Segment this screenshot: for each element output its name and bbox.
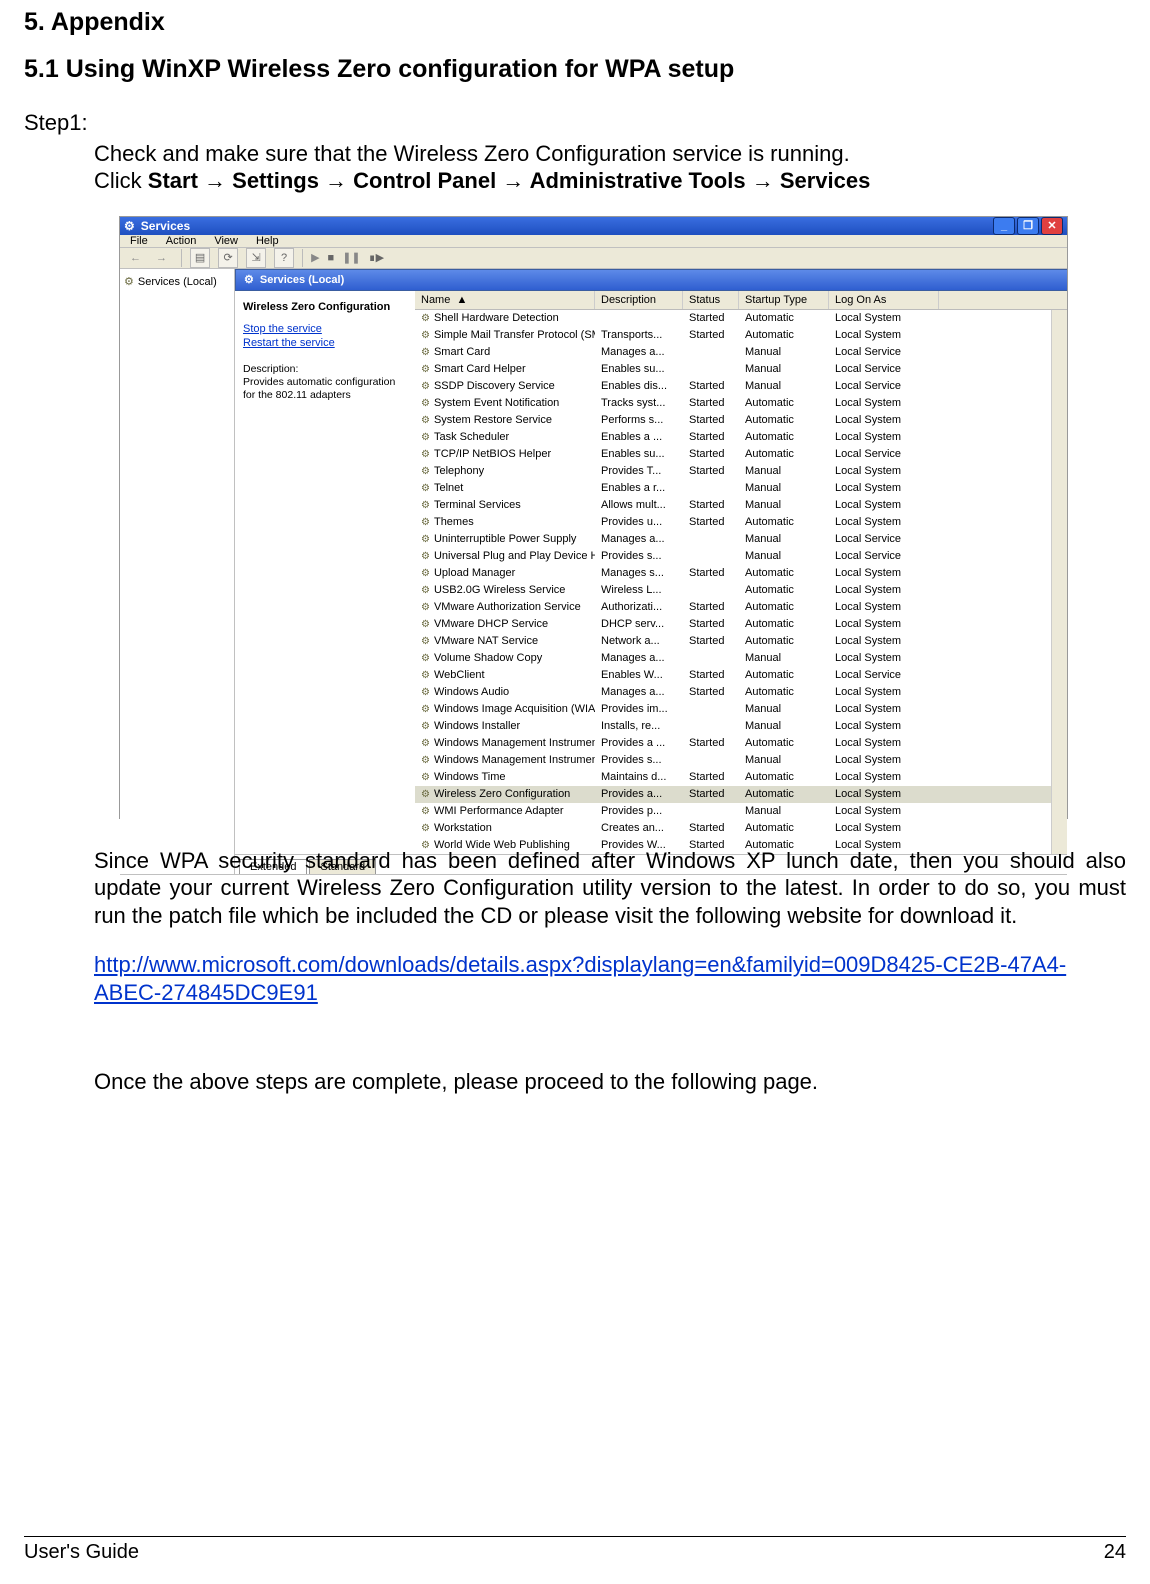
nav-services: Services (780, 168, 871, 193)
service-row[interactable]: Windows TimeMaintains d...StartedAutomat… (415, 769, 1067, 786)
service-row[interactable]: Wireless Zero ConfigurationProvides a...… (415, 786, 1067, 803)
patch-url-link[interactable]: http://www.microsoft.com/downloads/detai… (94, 952, 1066, 1005)
service-row[interactable]: Windows InstallerInstalls, re...ManualLo… (415, 718, 1067, 735)
nav-arrow-4: → (746, 168, 780, 193)
service-row[interactable]: VMware Authorization ServiceAuthorizati.… (415, 599, 1067, 616)
service-row[interactable]: Shell Hardware DetectionStartedAutomatic… (415, 310, 1067, 327)
step1-label: Step1: (24, 110, 1126, 136)
service-row[interactable]: Smart Card HelperEnables su...ManualLoca… (415, 361, 1067, 378)
gear-icon: ⚙ (124, 276, 134, 288)
service-row[interactable]: VMware NAT ServiceNetwork a...StartedAut… (415, 633, 1067, 650)
menu-bar: File Action View Help (120, 235, 1067, 248)
tree-pane[interactable]: ⚙ Services (Local) (120, 269, 235, 874)
service-row[interactable]: TCP/IP NetBIOS HelperEnables su...Starte… (415, 446, 1067, 463)
restart-service-link[interactable]: Restart the service (243, 337, 407, 349)
services-screenshot: ⚙ Services _ ❐ ✕ File Action View Help ←… (119, 216, 1068, 819)
toolbar-pause-icon[interactable]: ❚❚ (342, 251, 360, 264)
menu-action[interactable]: Action (166, 235, 197, 247)
minimize-button[interactable]: _ (993, 217, 1015, 235)
services-list[interactable]: Name ▲ Description Status Startup Type L… (415, 291, 1067, 854)
toolbar-help-icon[interactable]: ? (274, 248, 294, 268)
description-label: Description: (243, 363, 407, 376)
service-row[interactable]: Windows AudioManages a...StartedAutomati… (415, 684, 1067, 701)
toolbar-props-icon[interactable]: ▤ (190, 248, 210, 268)
service-row[interactable]: WMI Performance AdapterProvides p...Manu… (415, 803, 1067, 820)
service-row[interactable]: Simple Mail Transfer Protocol (SMTP)Tran… (415, 327, 1067, 344)
toolbar-restart-icon[interactable]: ∎▶ (369, 251, 384, 264)
tree-root-label: Services (Local) (138, 276, 217, 288)
detail-pane: Wireless Zero Configuration Stop the ser… (235, 291, 415, 854)
nav-start: Start (148, 168, 198, 193)
service-row[interactable]: TelephonyProvides T...StartedManualLocal… (415, 463, 1067, 480)
toolbar-refresh-icon[interactable]: ⟳ (218, 248, 238, 268)
service-row[interactable]: Task SchedulerEnables a ...StartedAutoma… (415, 429, 1067, 446)
service-row[interactable]: WorkstationCreates an...StartedAutomatic… (415, 820, 1067, 837)
service-row[interactable]: Windows Management Instrumenta...Provide… (415, 735, 1067, 752)
panel-header: ⚙ Services (Local) (235, 269, 1067, 291)
nav-admin: Administrative Tools (530, 168, 746, 193)
list-header[interactable]: Name ▲ Description Status Startup Type L… (415, 291, 1067, 310)
nav-arrow-3: → (496, 168, 529, 193)
update-paragraph: Since WPA security standard has been def… (94, 847, 1126, 930)
close-button[interactable]: ✕ (1041, 217, 1063, 235)
service-row[interactable]: VMware DHCP ServiceDHCP serv...StartedAu… (415, 616, 1067, 633)
service-row[interactable]: USB2.0G Wireless ServiceWireless L...Aut… (415, 582, 1067, 599)
gear-icon: ⚙ (244, 273, 254, 286)
toolbar-stop-icon[interactable]: ■ (328, 252, 335, 264)
col-description[interactable]: Description (595, 291, 683, 309)
nav-arrow-2: → (319, 168, 353, 193)
toolbar-export-icon[interactable]: ⇲ (246, 248, 266, 268)
window-titlebar[interactable]: ⚙ Services _ ❐ ✕ (120, 217, 1067, 235)
tree-root-node[interactable]: ⚙ Services (Local) (124, 275, 230, 288)
final-paragraph: Once the above steps are complete, pleas… (94, 1068, 1126, 1096)
menu-view[interactable]: View (214, 235, 238, 247)
service-row[interactable]: Terminal ServicesAllows mult...StartedMa… (415, 497, 1067, 514)
step1-navpath: Click Start → Settings → Control Panel →… (94, 168, 1126, 194)
service-row[interactable]: World Wide Web PublishingProvides W...St… (415, 837, 1067, 854)
nav-cpl: Control Panel (353, 168, 496, 193)
step1-line1: Check and make sure that the Wireless Ze… (94, 140, 1126, 168)
service-row[interactable]: Windows Management Instrumenta...Provide… (415, 752, 1067, 769)
nav-settings: Settings (232, 168, 319, 193)
page-footer: User's Guide 24 (24, 1536, 1126, 1564)
col-name[interactable]: Name ▲ (415, 291, 595, 309)
toolbar: ← → ▤ ⟳ ⇲ ? ▶ ■ ❚❚ ∎▶ (120, 248, 1067, 269)
service-row[interactable]: Universal Plug and Play Device HostProvi… (415, 548, 1067, 565)
toolbar-play-icon[interactable]: ▶ (311, 251, 319, 264)
selected-service-name: Wireless Zero Configuration (243, 301, 407, 313)
service-row[interactable]: TelnetEnables a r...ManualLocal System (415, 480, 1067, 497)
service-row[interactable]: ThemesProvides u...StartedAutomaticLocal… (415, 514, 1067, 531)
window-title: Services (141, 219, 190, 233)
col-status[interactable]: Status (683, 291, 739, 309)
service-row[interactable]: Volume Shadow CopyManages a...ManualLoca… (415, 650, 1067, 667)
menu-file[interactable]: File (130, 235, 148, 247)
col-startup[interactable]: Startup Type (739, 291, 829, 309)
nav-arrow-1: → (198, 168, 232, 193)
service-row[interactable]: Uninterruptible Power SupplyManages a...… (415, 531, 1067, 548)
service-row[interactable]: System Restore ServicePerforms s...Start… (415, 412, 1067, 429)
service-row[interactable]: Windows Image Acquisition (WIA)Provides … (415, 701, 1067, 718)
heading-appendix: 5. Appendix (24, 8, 1126, 37)
nav-back-forward-icon[interactable]: ← → (130, 252, 173, 264)
col-logon[interactable]: Log On As (829, 291, 939, 309)
service-row[interactable]: Upload ManagerManages s...StartedAutomat… (415, 565, 1067, 582)
description-text: Provides automatic configuration for the… (243, 376, 407, 402)
gear-icon: ⚙ (124, 219, 135, 233)
maximize-button[interactable]: ❐ (1017, 217, 1039, 235)
service-row[interactable]: WebClientEnables W...StartedAutomaticLoc… (415, 667, 1067, 684)
service-row[interactable]: SSDP Discovery ServiceEnables dis...Star… (415, 378, 1067, 395)
footer-right: 24 (1104, 1541, 1126, 1564)
nav-prefix: Click (94, 168, 148, 193)
panel-header-label: Services (Local) (260, 274, 344, 286)
stop-service-link[interactable]: Stop the service (243, 323, 407, 335)
heading-section: 5.1 Using WinXP Wireless Zero configurat… (24, 55, 1126, 84)
service-row[interactable]: System Event NotificationTracks syst...S… (415, 395, 1067, 412)
footer-left: User's Guide (24, 1541, 139, 1564)
menu-help[interactable]: Help (256, 235, 279, 247)
service-row[interactable]: Smart CardManages a...ManualLocal Servic… (415, 344, 1067, 361)
scrollbar[interactable] (1051, 310, 1067, 854)
